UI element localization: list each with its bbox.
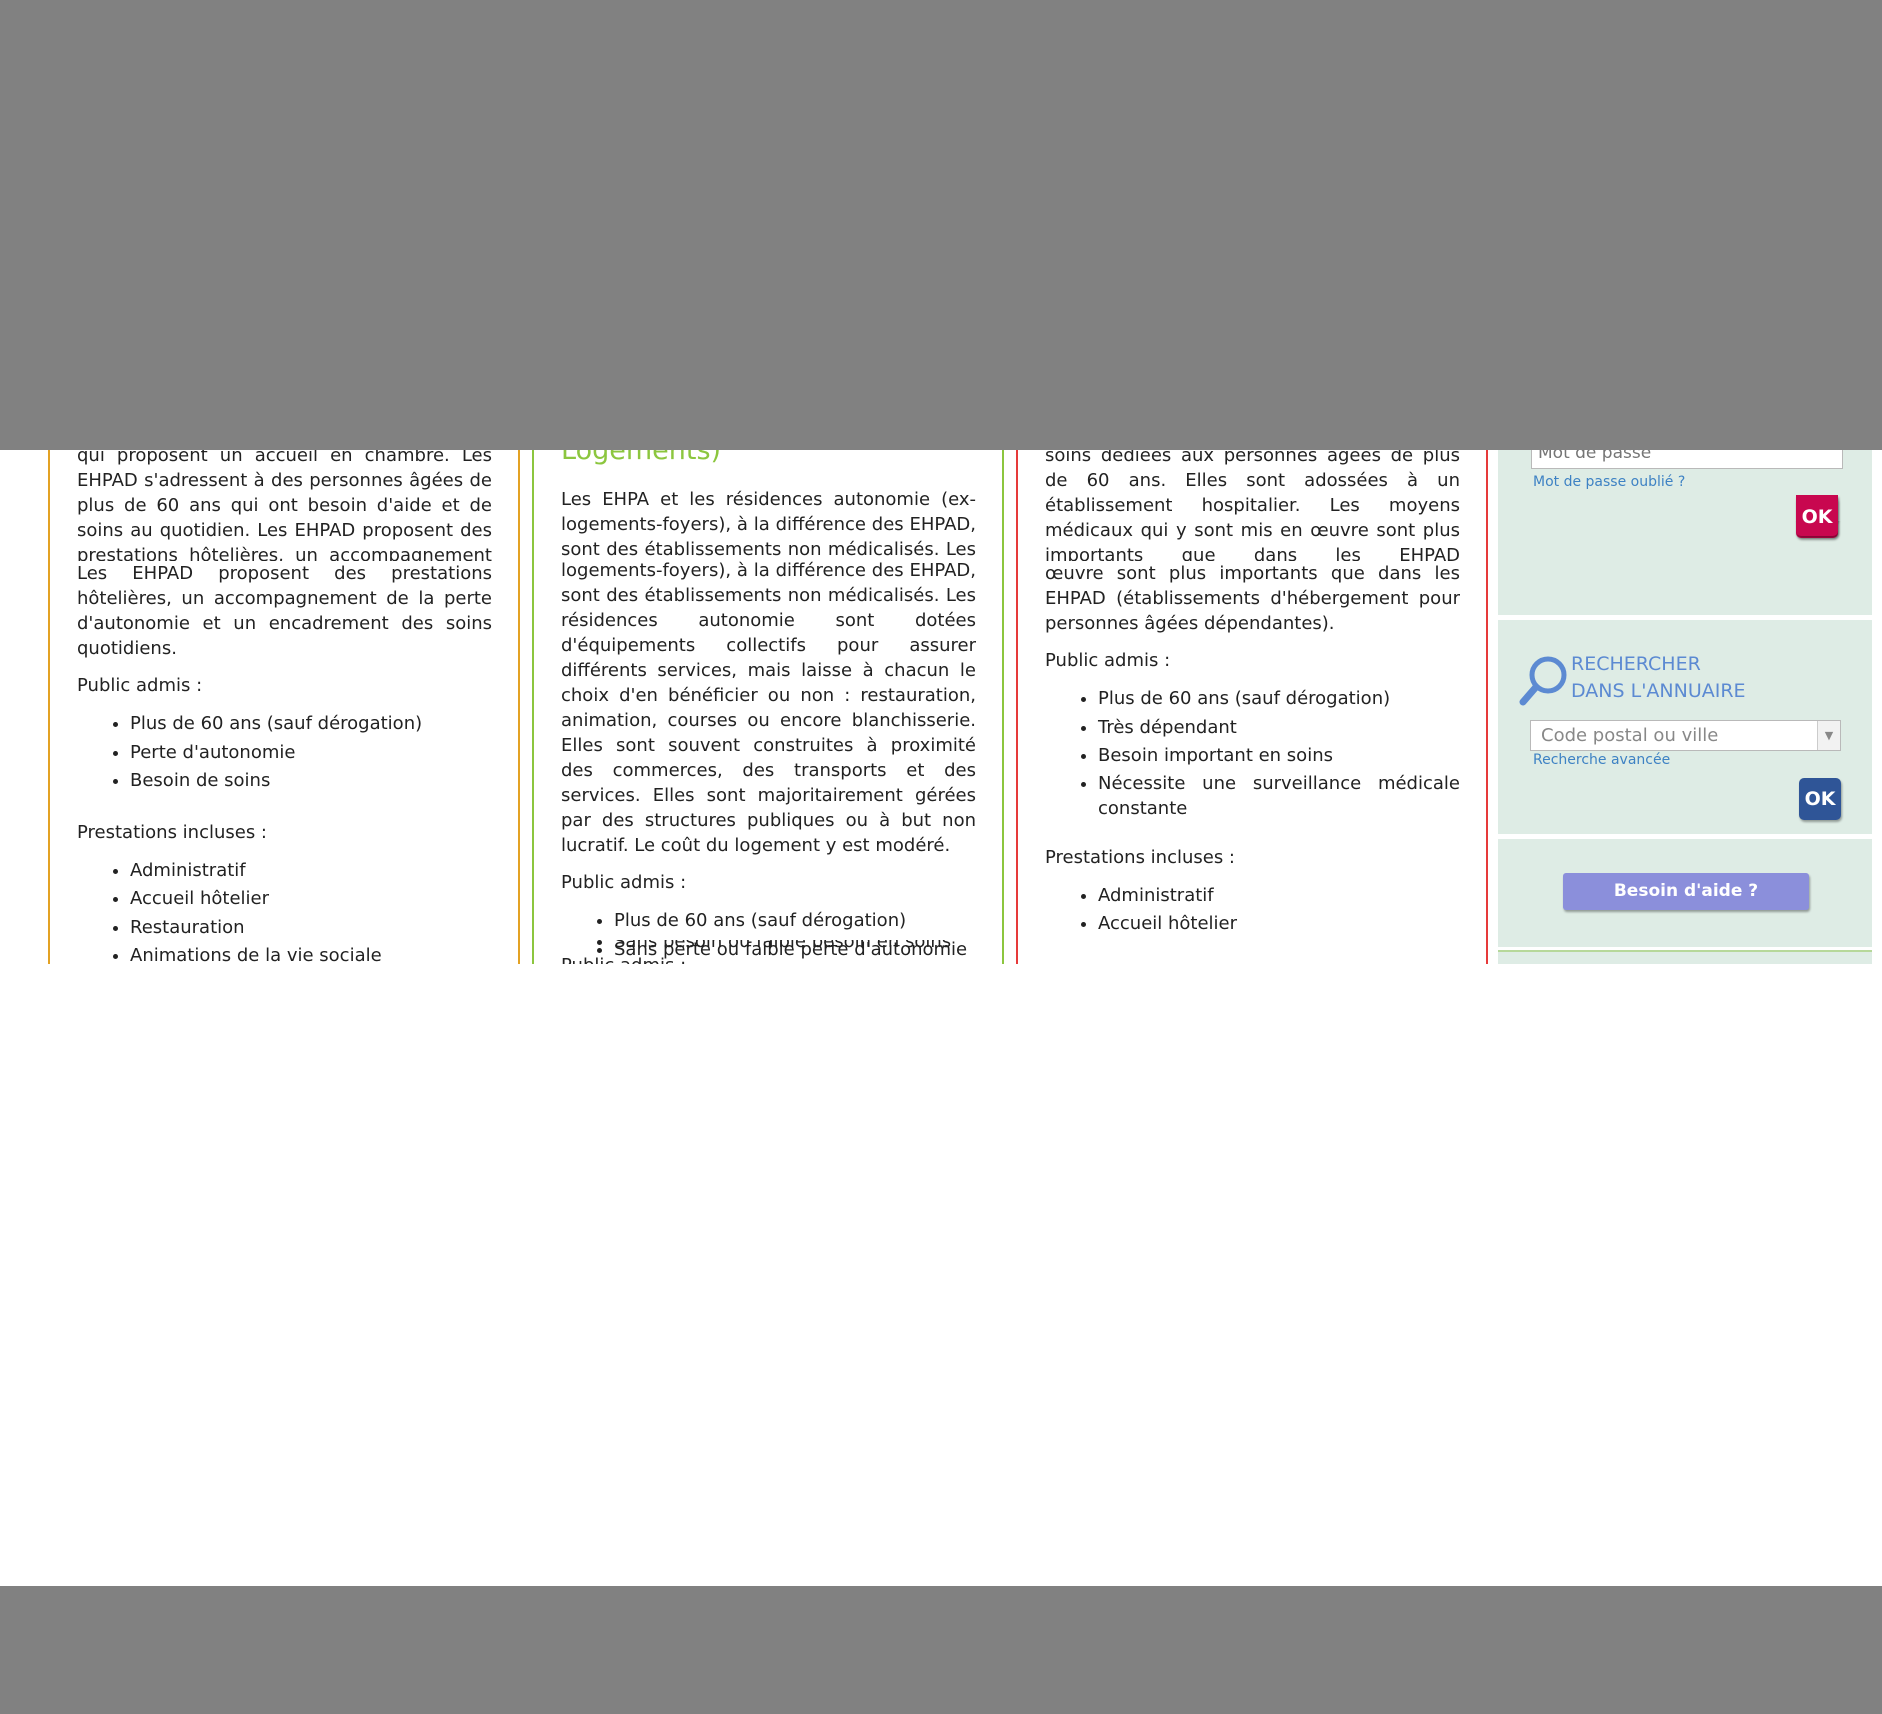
usld-intro-text-b: œuvre sont plus importants que dans les … xyxy=(1045,563,1460,634)
residence-intro-text-b: logements-foyers), à la différence des E… xyxy=(561,560,976,856)
usld-prestations-label: Prestations incluses : xyxy=(1045,846,1235,868)
next-panel xyxy=(1498,950,1872,964)
ehpad-intro-fragment-b: Les EHPAD proposent des prestations hôte… xyxy=(77,561,492,964)
ehpad-prestations-list: Administratif Accueil hôtelier Restaurat… xyxy=(77,857,492,965)
residence-public-label: Public admis : xyxy=(561,872,687,893)
usld-intro-text: soins dédiées aux personnes âgées de plu… xyxy=(1045,450,1460,561)
usld-fragment-a: soins dédiées aux personnes âgées de plu… xyxy=(1045,450,1460,561)
list-item: Besoin important en soins xyxy=(1098,742,1460,771)
advanced-search-link[interactable]: Recherche avancée xyxy=(1533,752,1670,768)
help-button[interactable]: Besoin d'aide ? xyxy=(1563,873,1809,910)
overlay-bottom xyxy=(0,1586,1882,1714)
residence-fragment-d: Public admis : xyxy=(561,953,976,964)
residence-autonomie-card: Logements) Les EHPA et les résidences au… xyxy=(532,450,1004,964)
ehpad-card: qui proposent un accueil en chambre. Les… xyxy=(48,450,520,964)
directory-search-title-line1: RECHERCHER xyxy=(1571,653,1701,675)
list-item: Plus de 60 ans (sauf dérogation) xyxy=(130,710,492,739)
usld-card: soins dédiées aux personnes âgées de plu… xyxy=(1016,450,1488,964)
list-item: Besoin de soins xyxy=(130,767,492,796)
postal-code-select[interactable]: Code postal ou ville ▼ xyxy=(1530,720,1841,751)
search-ok-button[interactable]: OK xyxy=(1799,778,1841,820)
usld-fragment-b: œuvre sont plus importants que dans les … xyxy=(1045,561,1460,964)
list-item: Plus de 60 ans (sauf dérogation) xyxy=(614,907,976,936)
list-item: Restauration xyxy=(130,914,492,943)
list-item: Nécessite une surveillance médicale cons… xyxy=(1098,771,1460,821)
list-item: Administratif xyxy=(130,857,492,886)
usld-prestations-list: Administratif Accueil hôtelier xyxy=(1045,882,1460,939)
ehpad-prestations-label: Prestations incluses : xyxy=(77,821,267,843)
forgot-password-link[interactable]: Mot de passe oublié ? xyxy=(1533,474,1685,490)
magnifier-icon xyxy=(1519,656,1567,706)
residence-fragment-a: Logements) Les EHPA et les résidences au… xyxy=(561,450,976,564)
directory-search-panel: RECHERCHER DANS L'ANNUAIRE Code postal o… xyxy=(1498,620,1872,834)
directory-search-title-line2: DANS L'ANNUAIRE xyxy=(1571,680,1746,702)
list-item: Accueil hôtelier xyxy=(130,885,492,914)
overlay-top xyxy=(0,0,1882,450)
postal-code-placeholder: Code postal ou ville xyxy=(1541,725,1719,746)
list-item: Très dépendant xyxy=(1098,714,1460,743)
directory-search-title: RECHERCHER DANS L'ANNUAIRE xyxy=(1571,651,1746,705)
list-item: Accueil hôtelier xyxy=(1098,910,1460,939)
help-panel: Besoin d'aide ? xyxy=(1498,839,1872,947)
ehpad-public-label: Public admis : xyxy=(77,675,203,696)
content-viewport: qui proposent un accueil en chambre. Les… xyxy=(0,450,1882,964)
usld-public-list: Plus de 60 ans (sauf dérogation) Très dé… xyxy=(1045,685,1460,821)
residence-heading: Logements) xyxy=(561,450,722,466)
ehpad-intro-text: qui proposent un accueil en chambre. Les… xyxy=(77,450,492,561)
login-ok-button-cut: OK xyxy=(1796,521,1838,536)
list-item: Administratif xyxy=(1098,882,1460,911)
login-panel-duplicate: OK xyxy=(1498,521,1872,564)
residence-intro-text: Les EHPA et les résidences autonomie (ex… xyxy=(561,489,976,560)
ehpad-intro-fragment-a: qui proposent un accueil en chambre. Les… xyxy=(77,450,492,561)
list-item: Perte d'autonomie xyxy=(130,739,492,768)
sidebar: Mot de passe oublié ? OK OK OK RECHERCHE… xyxy=(1498,450,1872,964)
ehpad-intro-text-b: Les EHPAD proposent des prestations hôte… xyxy=(77,563,492,659)
residence-fragment-b: logements-foyers), à la différence des E… xyxy=(561,558,976,964)
chevron-down-icon[interactable]: ▼ xyxy=(1817,721,1840,750)
list-item: Animations de la vie sociale xyxy=(130,942,492,964)
list-item: Plus de 60 ans (sauf dérogation) xyxy=(1098,685,1460,714)
password-input[interactable] xyxy=(1531,450,1843,469)
residence-public-label-repeat: Public admis : xyxy=(561,953,976,964)
usld-public-label: Public admis : xyxy=(1045,650,1171,671)
ehpad-public-list: Plus de 60 ans (sauf dérogation) Perte d… xyxy=(77,710,492,796)
panel-divider xyxy=(1498,950,1872,952)
